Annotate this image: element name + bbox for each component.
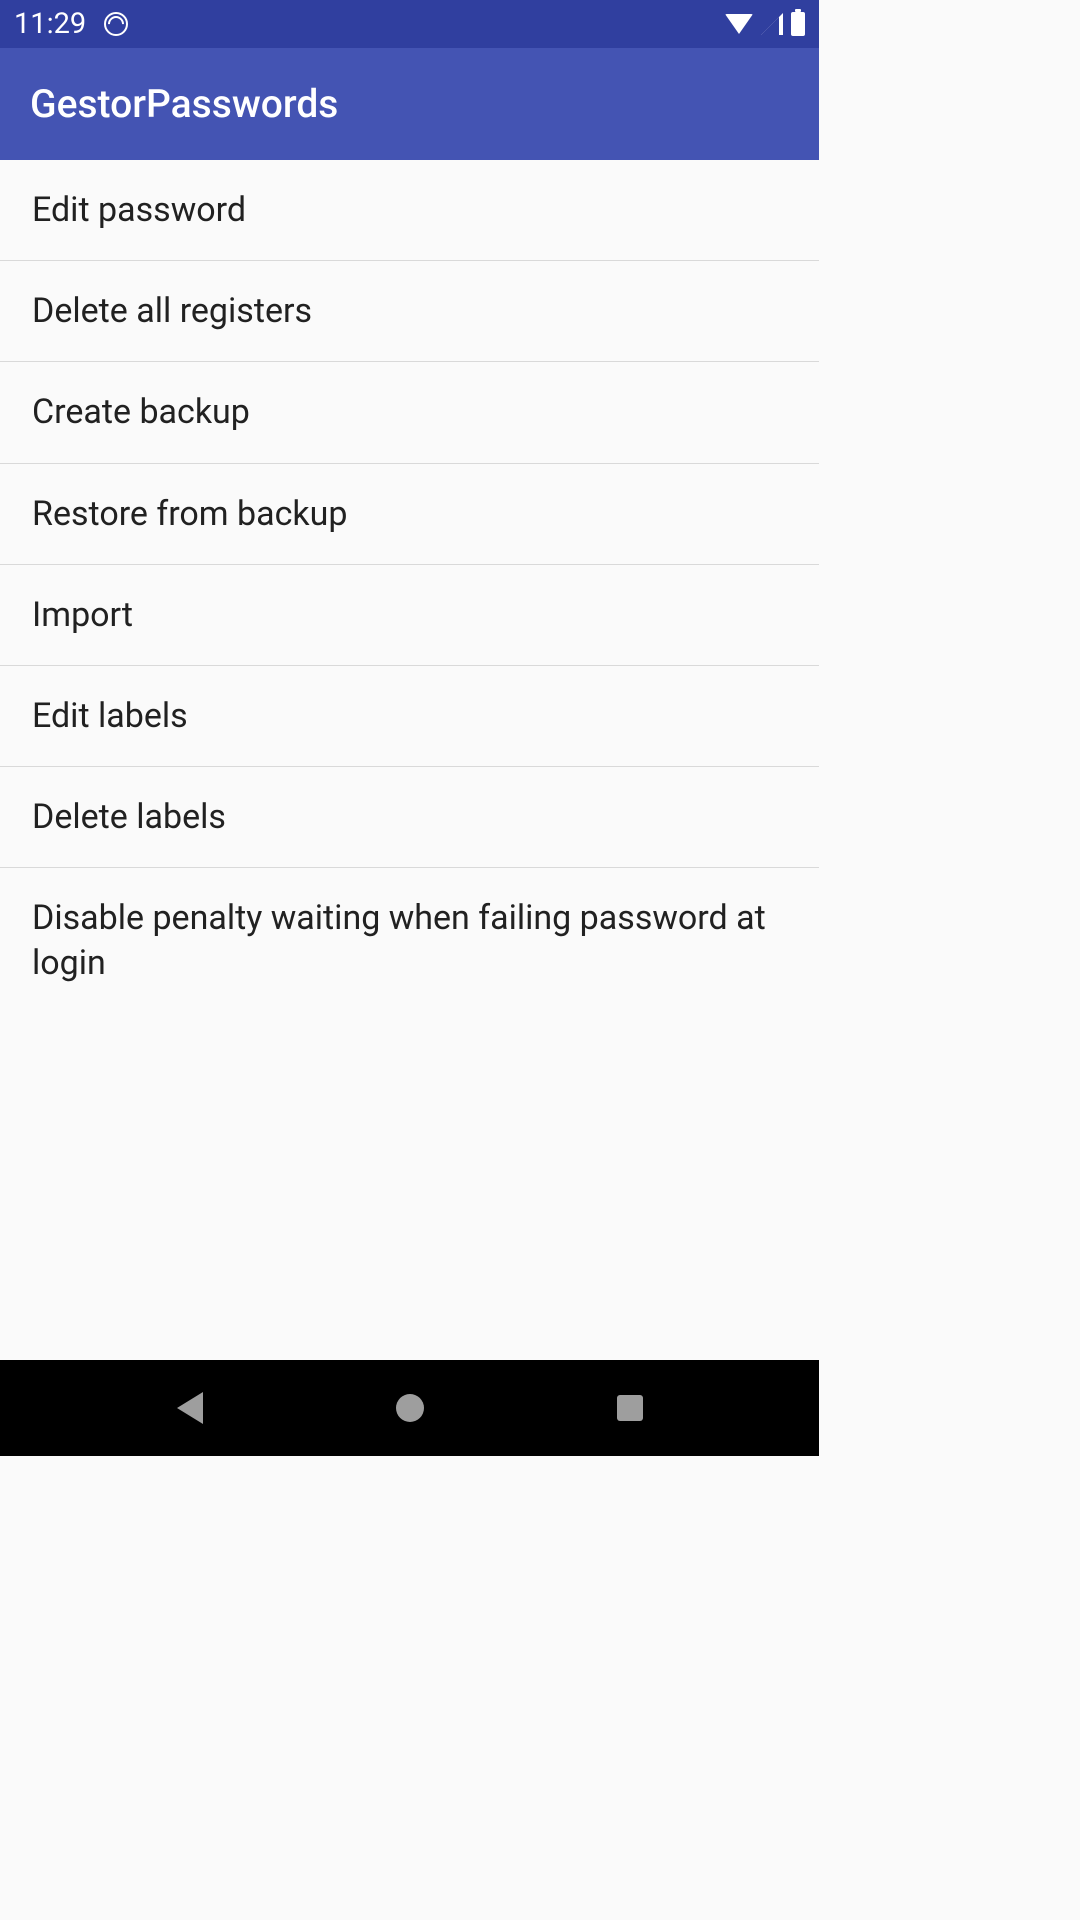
- menu-item-label: Disable penalty waiting when failing pas…: [32, 896, 787, 984]
- menu-item-restore-from-backup[interactable]: Restore from backup: [0, 464, 819, 565]
- wifi-icon: [725, 14, 753, 34]
- menu-item-delete-labels[interactable]: Delete labels: [0, 767, 819, 868]
- menu-item-label: Delete all registers: [32, 289, 312, 333]
- navigation-bar: [0, 1360, 819, 1456]
- battery-icon: [791, 12, 805, 36]
- app-bar: GestorPasswords: [0, 48, 819, 160]
- menu-item-import[interactable]: Import: [0, 565, 819, 666]
- menu-item-label: Edit labels: [32, 694, 188, 738]
- cell-signal-icon: [761, 13, 783, 35]
- status-bar-left: 11:29: [14, 7, 128, 41]
- settings-list: Edit password Delete all registers Creat…: [0, 160, 819, 1360]
- status-time: 11:29: [14, 7, 86, 41]
- menu-item-disable-penalty[interactable]: Disable penalty waiting when failing pas…: [0, 868, 819, 1012]
- nav-recent-button[interactable]: [617, 1395, 643, 1421]
- nav-home-button[interactable]: [396, 1394, 424, 1422]
- menu-item-create-backup[interactable]: Create backup: [0, 362, 819, 463]
- menu-item-label: Delete labels: [32, 795, 226, 839]
- menu-item-label: Import: [32, 593, 133, 637]
- app-title: GestorPasswords: [30, 81, 338, 127]
- menu-item-label: Restore from backup: [32, 492, 347, 536]
- menu-item-label: Create backup: [32, 390, 250, 434]
- menu-item-label: Edit password: [32, 188, 246, 232]
- nav-back-button[interactable]: [177, 1392, 203, 1424]
- status-bar: 11:29: [0, 0, 819, 48]
- menu-item-edit-password[interactable]: Edit password: [0, 160, 819, 261]
- status-bar-right: [725, 12, 805, 36]
- dnd-icon: [104, 12, 128, 36]
- menu-item-delete-all-registers[interactable]: Delete all registers: [0, 261, 819, 362]
- menu-item-edit-labels[interactable]: Edit labels: [0, 666, 819, 767]
